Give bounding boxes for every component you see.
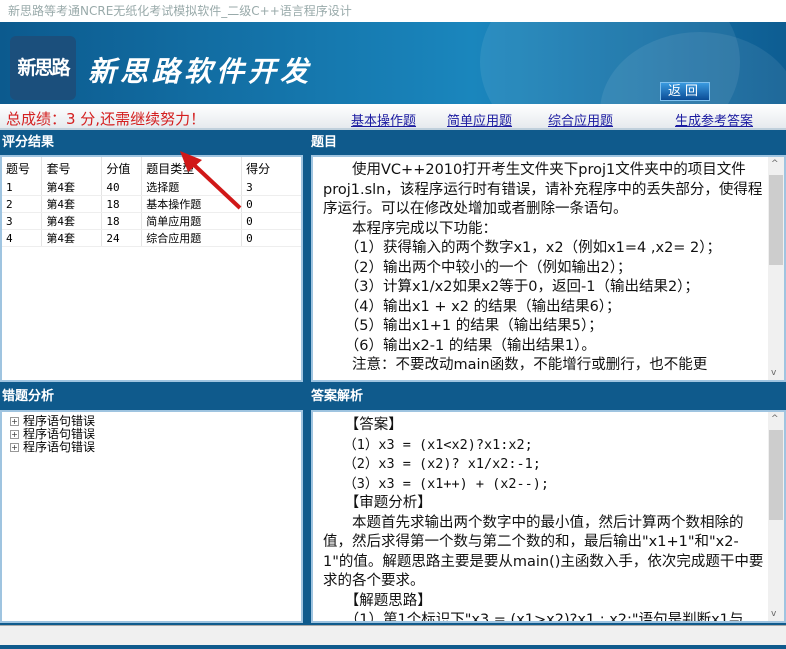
text-line: （1）x3 = (x1<x2)?x1:x2; <box>323 436 533 453</box>
errors-header: 错题分析 <box>2 389 55 404</box>
table-cell: 第4套 <box>41 195 103 213</box>
table-row[interactable]: 2 第4套 18 基本操作题 0 <box>2 195 301 213</box>
table-cell: 简单应用题 <box>141 212 243 230</box>
question-scrollbar[interactable]: ^ v <box>768 157 784 380</box>
results-table: 题号 套号 分值 题目类型 得分 1 第4套 40 选择题 3 2 第4套 18 基本操作题 0 3 第4套 1… <box>0 155 303 382</box>
question-text[interactable]: 使用VC++2010打开考生文件夹下proj1文件夹中的项目文件proj1.sl… <box>311 155 786 382</box>
logo: 新思路 <box>10 36 76 100</box>
answer-header: 答案解析 <box>311 389 364 404</box>
answer-scrollbar[interactable]: ^ v <box>768 412 784 621</box>
text-line: （5）输出x1+1 的结果（输出结果5）； <box>323 318 603 334</box>
text-line: （4）输出x1 + x2 的结果（输出结果6）； <box>323 298 621 315</box>
text-line: 注意：不要改动main函数，不能增行或删行，也不能更 <box>323 357 708 373</box>
text-line: （2）x3 = (x2)? x1/x2:-1; <box>323 456 541 472</box>
table-cell: 选择题 <box>141 179 243 196</box>
table-cell: 0 <box>241 229 301 247</box>
banner: 新思路 新思路软件开发 返回 <box>0 22 786 104</box>
text-line: （6）输出x2-1 的结果（输出结果1）。 <box>323 337 596 354</box>
table-cell: 24 <box>101 229 143 247</box>
text-line: 【审题分析】 <box>323 495 432 511</box>
text-line: 本程序完成以下功能： <box>323 220 497 237</box>
table-cell: 0 <box>241 212 301 230</box>
tree-item-label: 程序语句错误 <box>23 414 96 428</box>
score-bar: 总成绩：3 分,还需继续努力！ 基本操作题 简单应用题 综合应用题 生成参考答案 <box>0 104 786 130</box>
column-header[interactable]: 得分 <box>241 157 301 179</box>
link-simple-application[interactable]: 简单应用题 <box>447 110 512 129</box>
answer-text[interactable]: 【答案】 （1）x3 = (x1<x2)?x1:x2; （2）x3 = (x2)… <box>311 410 786 623</box>
table-cell: 第4套 <box>41 229 103 247</box>
status-bar <box>0 625 786 645</box>
table-cell: 3 <box>241 179 301 196</box>
text-line: （1）第1个标识下"x3 = (x1>x2)?x1 : x2;"语句是判断x1与 <box>323 612 744 623</box>
table-row[interactable]: 4 第4套 24 综合应用题 0 <box>2 229 301 247</box>
brand-title: 新思路软件开发 <box>88 55 313 88</box>
table-cell: 基本操作题 <box>141 195 243 213</box>
column-header[interactable]: 题号 <box>2 157 43 179</box>
table-cell: 18 <box>101 195 143 213</box>
table-cell: 2 <box>2 195 43 213</box>
text-line: （2）输出两个中较小的一个（例如输出2）； <box>323 259 632 276</box>
text-line: 【解题思路】 <box>323 592 432 609</box>
text-line: （3）x3 = (x1++) + (x2--); <box>323 475 550 492</box>
table-cell: 1 <box>2 179 43 196</box>
expand-icon[interactable]: + <box>10 430 19 439</box>
table-row[interactable]: 1 第4套 40 选择题 3 <box>2 179 301 196</box>
tree-item[interactable]: + 程序语句错误 <box>2 441 301 454</box>
table-cell: 3 <box>2 212 43 230</box>
link-basic-operation[interactable]: 基本操作题 <box>351 110 416 129</box>
column-header[interactable]: 题目类型 <box>141 157 243 179</box>
table-cell: 第4套 <box>41 212 103 230</box>
tree-item-label: 程序语句错误 <box>23 427 96 441</box>
table-cell: 综合应用题 <box>141 229 243 247</box>
tree-item-label: 程序语句错误 <box>23 440 96 454</box>
table-cell: 4 <box>2 229 43 247</box>
window-title: 新思路等考通NCRE无纸化考试模拟软件_二级C++语言程序设计 <box>0 0 786 22</box>
text-line: （3）计算x1/x2如果x2等于0，返回-1（输出结果2）； <box>323 279 699 295</box>
table-cell: 18 <box>101 212 143 230</box>
total-score: 总成绩：3 分,还需继续努力！ <box>6 110 206 128</box>
table-row[interactable]: 3 第4套 18 简单应用题 0 <box>2 212 301 230</box>
results-header: 评分结果 <box>2 135 55 150</box>
column-header[interactable]: 分值 <box>101 157 143 179</box>
text-line: 【答案】 <box>323 417 403 433</box>
text-line: 本题首先求输出两个数字中的最小值，然后计算两个数相除的值，然后求得第一个数与第二… <box>323 514 764 590</box>
link-comprehensive-application[interactable]: 综合应用题 <box>548 110 613 129</box>
text-line: 使用VC++2010打开考生文件夹下proj1文件夹中的项目文件proj1.sl… <box>323 162 763 217</box>
link-generate-answer[interactable]: 生成参考答案 <box>675 110 753 129</box>
table-cell: 40 <box>101 179 143 196</box>
text-line: （1）获得输入的两个数字x1，x2（例如x1=4 ,x2= 2）； <box>323 240 722 256</box>
errors-tree: + 程序语句错误 + 程序语句错误 + 程序语句错误 <box>0 410 303 623</box>
table-cell: 0 <box>241 195 301 213</box>
question-header: 题目 <box>311 135 338 150</box>
expand-icon[interactable]: + <box>10 417 19 426</box>
back-button[interactable]: 返回 <box>660 82 710 101</box>
expand-icon[interactable]: + <box>10 443 19 452</box>
table-cell: 第4套 <box>41 179 103 196</box>
column-header[interactable]: 套号 <box>41 157 103 179</box>
